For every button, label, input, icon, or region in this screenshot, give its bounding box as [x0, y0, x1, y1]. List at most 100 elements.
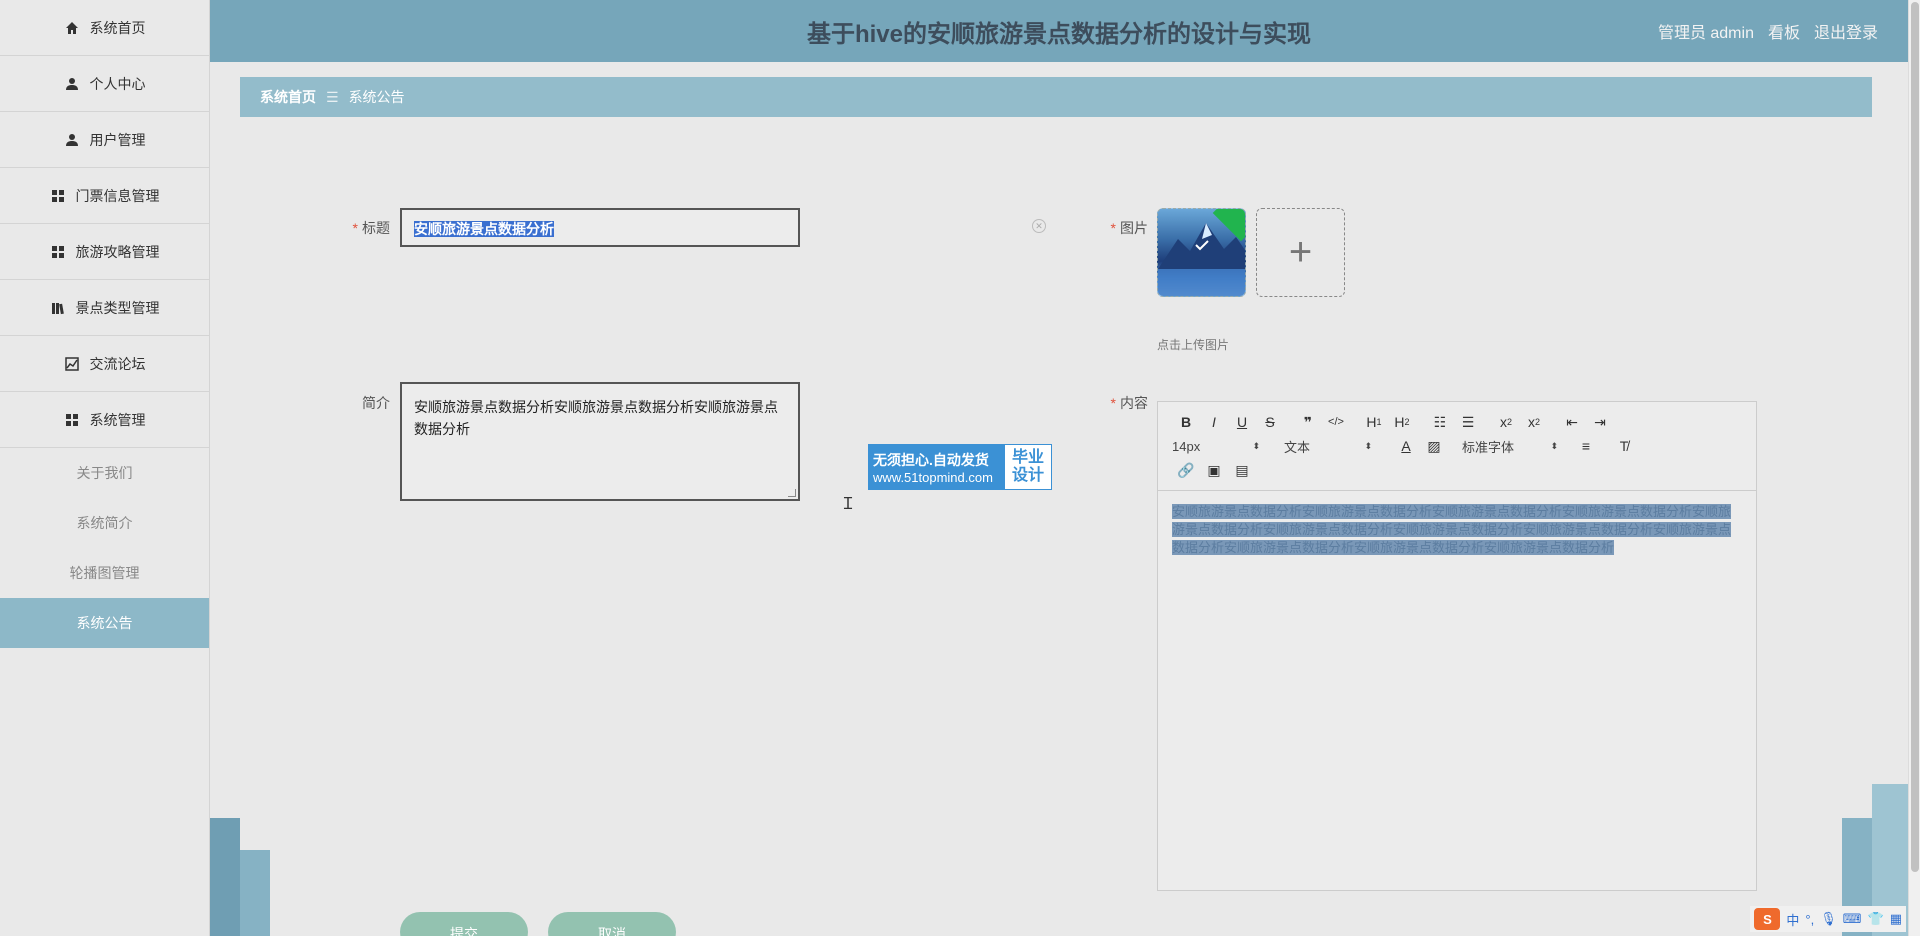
bold-icon[interactable]: B: [1172, 414, 1200, 430]
header-type-value: 文本: [1284, 439, 1311, 455]
font-size-value: 14px: [1172, 438, 1201, 454]
home-icon: [64, 20, 80, 36]
code-icon[interactable]: </>: [1322, 416, 1350, 428]
header2-icon[interactable]: H2: [1388, 414, 1416, 430]
header-actions: 管理员 admin 看板 退出登录: [1658, 0, 1878, 62]
grid-icon: [50, 244, 66, 260]
title-input[interactable]: 安顺旅游景点数据分析: [400, 208, 800, 247]
sidebar-subitem-system-intro[interactable]: 系统简介: [0, 498, 209, 548]
image-icon[interactable]: ▣: [1200, 462, 1228, 479]
upload-hint: 点击上传图片: [1157, 338, 1230, 352]
ad-badge: 毕业 设计: [1005, 445, 1051, 489]
clear-format-icon[interactable]: T̸: [1610, 438, 1638, 454]
sogou-logo-icon[interactable]: S: [1754, 908, 1781, 930]
chart-icon: [64, 356, 80, 372]
summary-textarea[interactable]: 安顺旅游景点数据分析安顺旅游景点数据分析安顺旅游景点数据分析: [400, 382, 800, 501]
blockquote-icon[interactable]: ❞: [1294, 414, 1322, 431]
summary-value: 安顺旅游景点数据分析安顺旅游景点数据分析安顺旅游景点数据分析: [414, 399, 778, 437]
user-icon: [64, 132, 80, 148]
editor-toolbar: B I U S ❞ </> H1 H2 ☷ ☰ x2 x2 ⇤ ⇥ 14px ⬍…: [1158, 402, 1756, 491]
select-arrows-icon: ⬍: [1252, 440, 1260, 451]
align-icon[interactable]: ≡: [1572, 438, 1600, 454]
cancel-button[interactable]: 取消: [548, 912, 676, 936]
select-arrows-icon: ⬍: [1364, 440, 1372, 451]
sidebar-subitem-about-us[interactable]: 关于我们: [0, 448, 209, 498]
summary-label-text: 简介: [362, 395, 390, 411]
uploaded-image-thumbnail[interactable]: [1157, 208, 1246, 297]
strikethrough-icon[interactable]: S: [1256, 414, 1284, 430]
ordered-list-icon[interactable]: ☷: [1426, 414, 1454, 431]
logout-link[interactable]: 退出登录: [1814, 19, 1878, 43]
sidebar-item-label: 系统管理: [89, 411, 146, 428]
resize-handle-icon[interactable]: [788, 489, 796, 497]
punctuation-icon[interactable]: °,: [1805, 912, 1814, 927]
summary-label: 简介: [340, 393, 390, 413]
books-icon: [50, 300, 66, 316]
sidebar-item-ticket-management[interactable]: 门票信息管理: [0, 168, 209, 224]
sidebar-subitem-carousel-management[interactable]: 轮播图管理: [0, 548, 209, 598]
sidebar-item-label: 交流论坛: [89, 355, 146, 372]
sidebar-item-label: 个人中心: [89, 75, 146, 92]
board-link[interactable]: 看板: [1768, 19, 1800, 43]
header-type-select[interactable]: 文本 ⬍: [1284, 437, 1372, 456]
breadcrumb-separator: ☰: [326, 88, 339, 105]
editor-content[interactable]: 安顺旅游景点数据分析安顺旅游景点数据分析安顺旅游景点数据分析安顺旅游景点数据分析…: [1158, 491, 1756, 569]
sidebar-item-system-management[interactable]: 系统管理: [0, 392, 209, 448]
skin-icon[interactable]: 👕: [1868, 911, 1884, 927]
sidebar-item-label: 门票信息管理: [75, 187, 160, 204]
text-color-icon[interactable]: A: [1392, 438, 1420, 454]
breadcrumb: 系统首页 ☰ 系统公告: [240, 77, 1872, 117]
video-icon[interactable]: ▤: [1228, 462, 1256, 479]
subscript-icon[interactable]: x2: [1492, 414, 1520, 430]
outdent-icon[interactable]: ⇤: [1558, 414, 1586, 431]
image-label: * 图片: [1096, 218, 1148, 238]
clear-icon[interactable]: ✕: [1032, 219, 1046, 233]
superscript-icon[interactable]: x2: [1520, 414, 1548, 430]
ime-language[interactable]: 中: [1786, 910, 1799, 929]
page-title: 基于hive的安顺旅游景点数据分析的设计与实现: [806, 20, 1312, 48]
sidebar-item-travel-guide-management[interactable]: 旅游攻略管理: [0, 224, 209, 280]
breadcrumb-current: 系统公告: [348, 89, 405, 105]
required-mark: *: [352, 220, 358, 236]
header1-icon[interactable]: H1: [1360, 414, 1388, 430]
sidebar-item-user-management[interactable]: 用户管理: [0, 112, 209, 168]
sidebar: 系统首页 个人中心 用户管理 门票信息管理 旅游攻略管理 景点类型管理 交流论坛…: [0, 0, 240, 936]
required-mark: *: [1110, 220, 1116, 236]
scrollbar-thumb[interactable]: [1911, 2, 1919, 872]
ad-badge-line1: 毕业: [1011, 449, 1044, 466]
ad-badge-line2: 设计: [1011, 467, 1044, 484]
underline-icon[interactable]: U: [1228, 414, 1256, 430]
ad-banner[interactable]: 无须担心.自动发货 www.51topmind.com 毕业 设计: [868, 444, 1052, 490]
indent-icon[interactable]: ⇥: [1586, 414, 1614, 431]
microphone-icon[interactable]: 🎙: [1820, 911, 1837, 927]
select-arrows-icon: ⬍: [1550, 440, 1558, 451]
breadcrumb-home[interactable]: 系统首页: [260, 87, 316, 107]
grid-icon: [50, 188, 66, 204]
background-color-icon[interactable]: ▨: [1420, 438, 1448, 455]
bullet-list-icon[interactable]: ☰: [1454, 414, 1482, 431]
content-label: * 内容: [1096, 393, 1148, 413]
italic-icon[interactable]: I: [1200, 414, 1228, 430]
sidebar-item-label: 用户管理: [89, 131, 146, 148]
content-label-text: 内容: [1120, 395, 1148, 411]
menu-grid-icon[interactable]: ▦: [1890, 911, 1902, 927]
font-family-select[interactable]: 标准字体 ⬍: [1462, 437, 1558, 456]
sidebar-item-forum[interactable]: 交流论坛: [0, 336, 209, 392]
sidebar-subitem-system-announcement[interactable]: 系统公告: [0, 598, 209, 648]
submit-button[interactable]: 提交: [400, 912, 528, 936]
upload-button[interactable]: +: [1256, 208, 1345, 297]
sidebar-item-scenic-type-management[interactable]: 景点类型管理: [0, 280, 209, 336]
sidebar-item-personal-center[interactable]: 个人中心: [0, 56, 209, 112]
ad-line2: www.51topmind.com: [873, 469, 993, 485]
image-label-text: 图片: [1120, 220, 1148, 236]
vertical-scrollbar[interactable]: [1908, 0, 1920, 936]
plus-icon: +: [1288, 230, 1313, 274]
decor-block-left-2: [240, 850, 270, 936]
title-label: * 标题: [340, 218, 390, 238]
rich-text-editor: B I U S ❞ </> H1 H2 ☷ ☰ x2 x2 ⇤ ⇥ 14px ⬍…: [1157, 401, 1757, 891]
ad-text: 无须担心.自动发货 www.51topmind.com: [869, 445, 1005, 489]
font-size-select[interactable]: 14px ⬍: [1172, 439, 1260, 454]
link-icon[interactable]: 🔗: [1172, 462, 1200, 479]
keyboard-icon[interactable]: ⌨: [1843, 911, 1862, 927]
sidebar-item-home[interactable]: 系统首页: [0, 0, 209, 56]
